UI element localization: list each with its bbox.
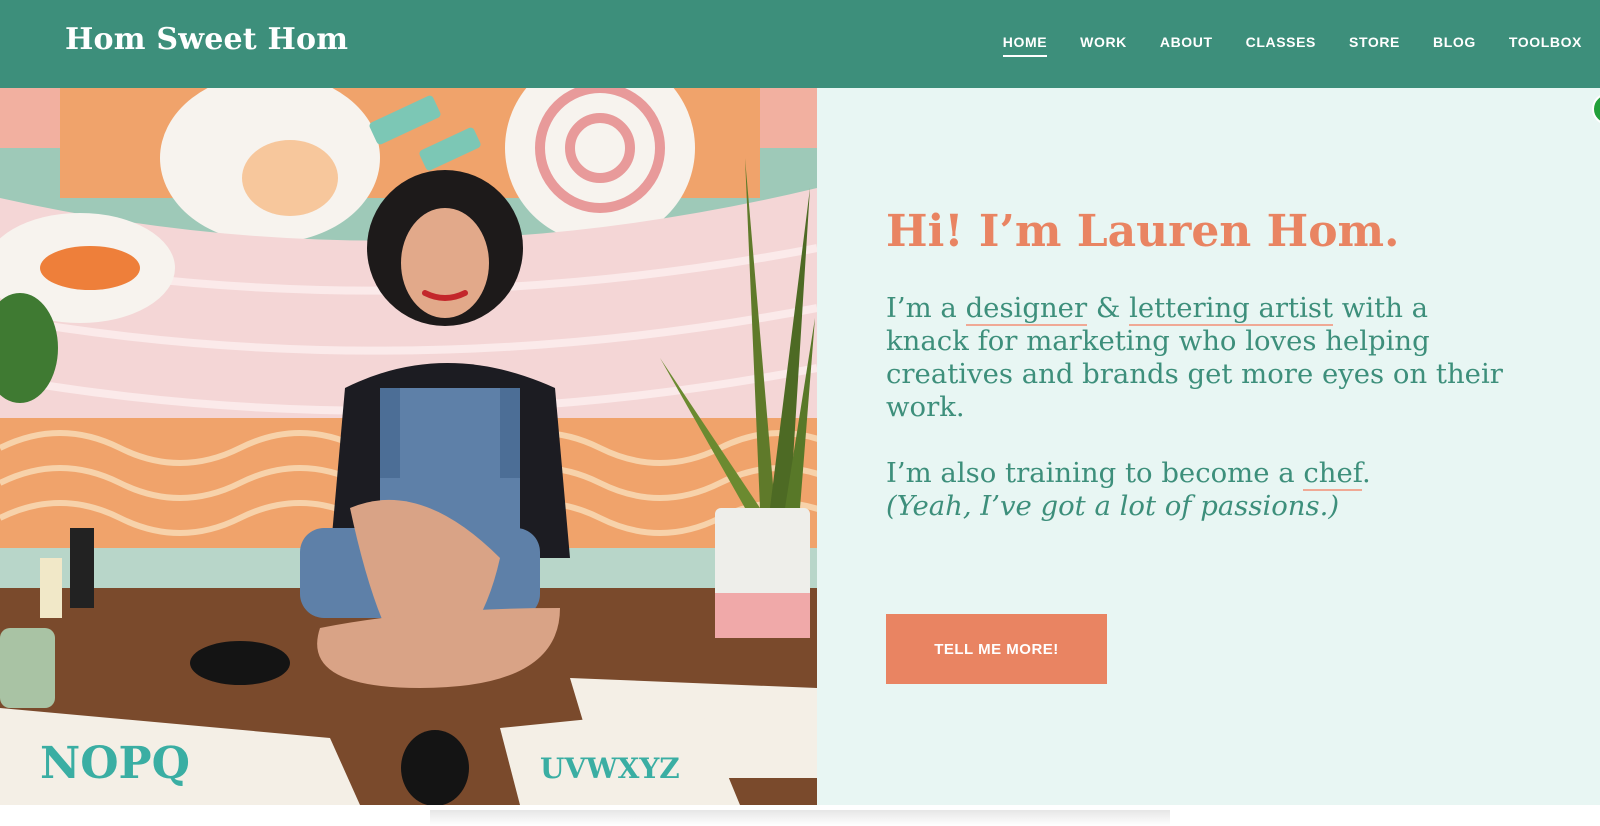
main-nav: HOME WORK ABOUT CLASSES STORE BLOG TOOLB…: [1002, 34, 1582, 57]
hero-photo: NOPQ UVWXYZ: [0, 88, 817, 805]
passion-text-2: .: [1361, 457, 1371, 489]
site-logo[interactable]: Hom Sweet Hom: [65, 22, 348, 57]
hero-photo-illustration: NOPQ UVWXYZ: [0, 88, 817, 805]
nav-blog[interactable]: BLOG: [1433, 34, 1476, 57]
hero-intro: I’m a designer & lettering artist with a…: [886, 292, 1506, 424]
hero-headline: Hi! I’m Lauren Hom.: [886, 206, 1400, 257]
svg-text:NOPQ: NOPQ: [40, 738, 190, 789]
passion-aside: (Yeah, I’ve got a lot of passions.): [886, 490, 1340, 522]
intro-text-2: &: [1087, 292, 1130, 324]
site-header: Hom Sweet Hom HOME WORK ABOUT CLASSES ST…: [0, 0, 1600, 88]
tell-me-more-button[interactable]: TELL ME MORE!: [886, 614, 1107, 684]
nav-toolbox[interactable]: TOOLBOX: [1509, 34, 1582, 57]
nav-work[interactable]: WORK: [1080, 34, 1127, 57]
hero-passion: I’m also training to become a chef. (Yea…: [886, 457, 1506, 523]
nav-classes[interactable]: CLASSES: [1246, 34, 1316, 57]
section-shadow: [430, 810, 1170, 826]
chef-link[interactable]: chef: [1303, 457, 1362, 491]
svg-text:UVWXYZ: UVWXYZ: [540, 752, 680, 785]
passion-text-1: I’m also training to become a: [886, 457, 1304, 489]
nav-home[interactable]: HOME: [1002, 34, 1048, 57]
designer-link[interactable]: designer: [965, 292, 1088, 326]
nav-about[interactable]: ABOUT: [1160, 34, 1213, 57]
nav-store[interactable]: STORE: [1349, 34, 1400, 57]
hero-text-panel: [817, 88, 1600, 805]
intro-text-1: I’m a: [886, 292, 966, 324]
lettering-artist-link[interactable]: lettering artist: [1129, 292, 1334, 326]
